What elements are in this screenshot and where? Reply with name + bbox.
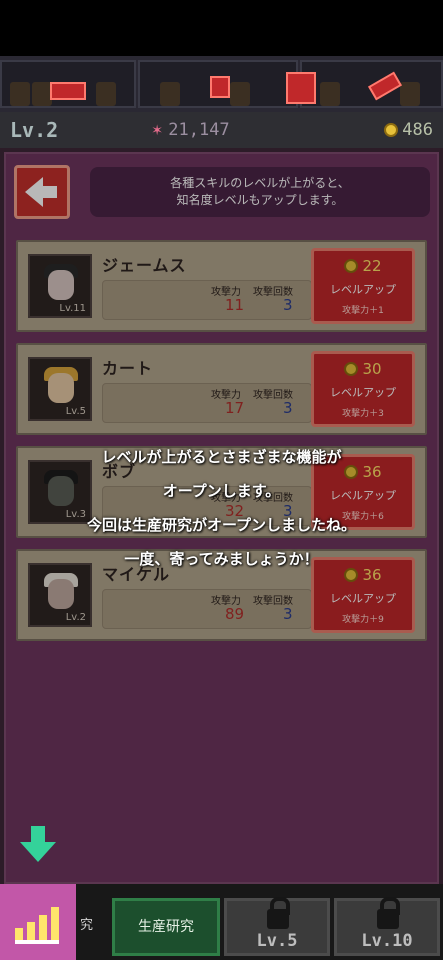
tutorial-message: レベルが上がるとさまざまな機能が オープンします。 今回は生産研究がオープンしま… [0, 440, 443, 576]
bar-chart-icon [15, 906, 59, 944]
banner-flag-icon [286, 72, 316, 104]
fans-count: ✶ 21,147 [152, 120, 230, 140]
status-bar [0, 0, 443, 56]
banner-flag-icon [210, 76, 230, 98]
banner-flag-icon [50, 82, 86, 100]
lock-icon [267, 909, 289, 929]
header-stats: Lv.2 ✶ 21,147 486 [0, 112, 443, 150]
candy-icon: ✶ [152, 120, 163, 140]
stage-banner [0, 56, 443, 112]
tab-production-research[interactable]: 生産研究 [112, 898, 220, 956]
tutorial-line-4: 一度、寄ってみましょうか！ [124, 550, 319, 568]
player-level: Lv.2 [10, 118, 59, 142]
locked-level-label: Lv.5 [256, 931, 298, 951]
tutorial-line-2: オープンします。 [162, 482, 281, 500]
down-arrow-icon [20, 826, 56, 866]
tutorial-line-1: レベルが上がるとさまざまな機能が [101, 448, 342, 466]
coin-count: 486 [384, 120, 433, 140]
bottom-nav: 究 生産研究 Lv.5 Lv.10 [0, 884, 443, 960]
coin-value: 486 [402, 120, 433, 140]
coin-icon [384, 123, 399, 137]
tab-locked-lv10[interactable]: Lv.10 [334, 897, 440, 956]
tab-skills[interactable] [0, 884, 76, 960]
tab-research-partial[interactable]: 究 [80, 914, 93, 933]
tab-locked-lv5[interactable]: Lv.5 [224, 897, 330, 956]
tutorial-line-3: 今回は生産研究がオープンしましたね。 [86, 516, 357, 534]
lock-icon [377, 909, 399, 929]
locked-level-label: Lv.10 [361, 931, 413, 951]
fans-value: 21,147 [168, 120, 230, 140]
